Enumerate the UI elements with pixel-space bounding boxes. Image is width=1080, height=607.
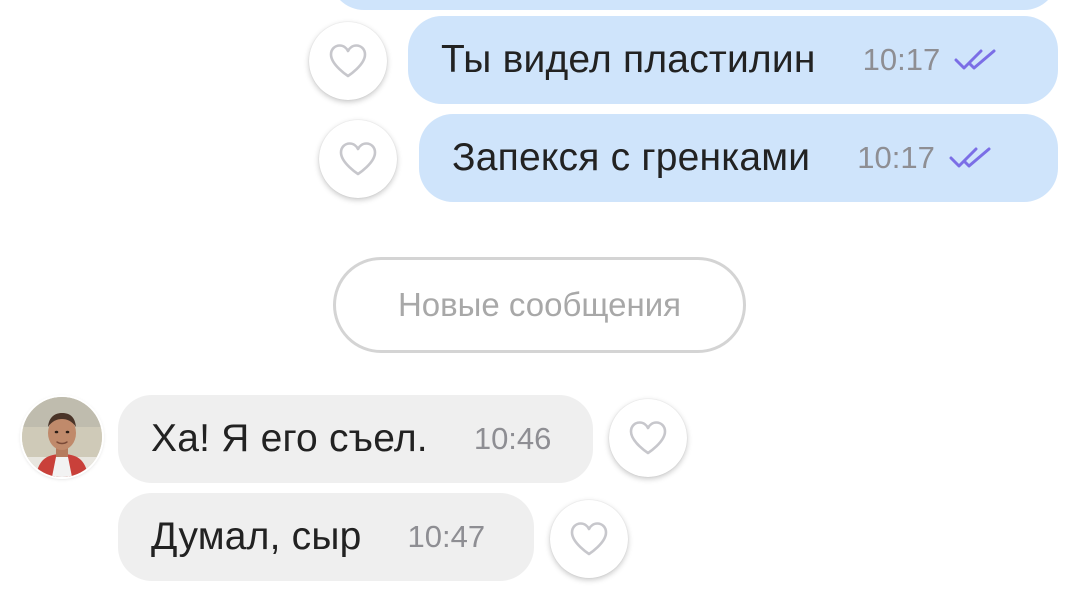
heart-outline-icon <box>339 142 377 176</box>
like-button[interactable] <box>609 399 687 477</box>
message-bubble-outgoing[interactable]: Ты видел пластилин 10:17 <box>408 16 1058 104</box>
message-time: 10:47 <box>407 519 486 554</box>
new-messages-label: Новые сообщения <box>397 286 682 323</box>
message-text: Думал, сыр <box>151 515 362 558</box>
like-button[interactable] <box>319 120 397 198</box>
message-bubble-incoming[interactable]: Ха! Я его съел. 10:46 <box>118 395 593 483</box>
new-messages-divider: Новые сообщения <box>333 257 746 353</box>
heart-outline-icon <box>329 44 367 78</box>
message-time: 10:17 <box>857 140 935 175</box>
double-check-icon <box>949 147 991 168</box>
message-time: 10:46 <box>473 421 552 456</box>
message-text: Ты видел пластилин <box>441 38 816 81</box>
message-bubble-outgoing[interactable]: Запекся с гренками 10:17 <box>419 114 1058 202</box>
avatar-photo <box>22 397 102 477</box>
heart-outline-icon <box>570 522 608 556</box>
avatar[interactable] <box>22 397 102 477</box>
message-bubble-outgoing-partial[interactable] <box>330 0 1058 10</box>
message-time: 10:17 <box>862 42 941 77</box>
message-text: Запекся с гренками <box>452 136 811 179</box>
message-text: Ха! Я его съел. <box>151 417 428 460</box>
like-button[interactable] <box>309 22 387 100</box>
message-bubble-incoming[interactable]: Думал, сыр 10:47 <box>118 493 534 581</box>
heart-outline-icon <box>629 421 667 455</box>
like-button[interactable] <box>550 500 628 578</box>
double-check-icon <box>954 49 996 70</box>
